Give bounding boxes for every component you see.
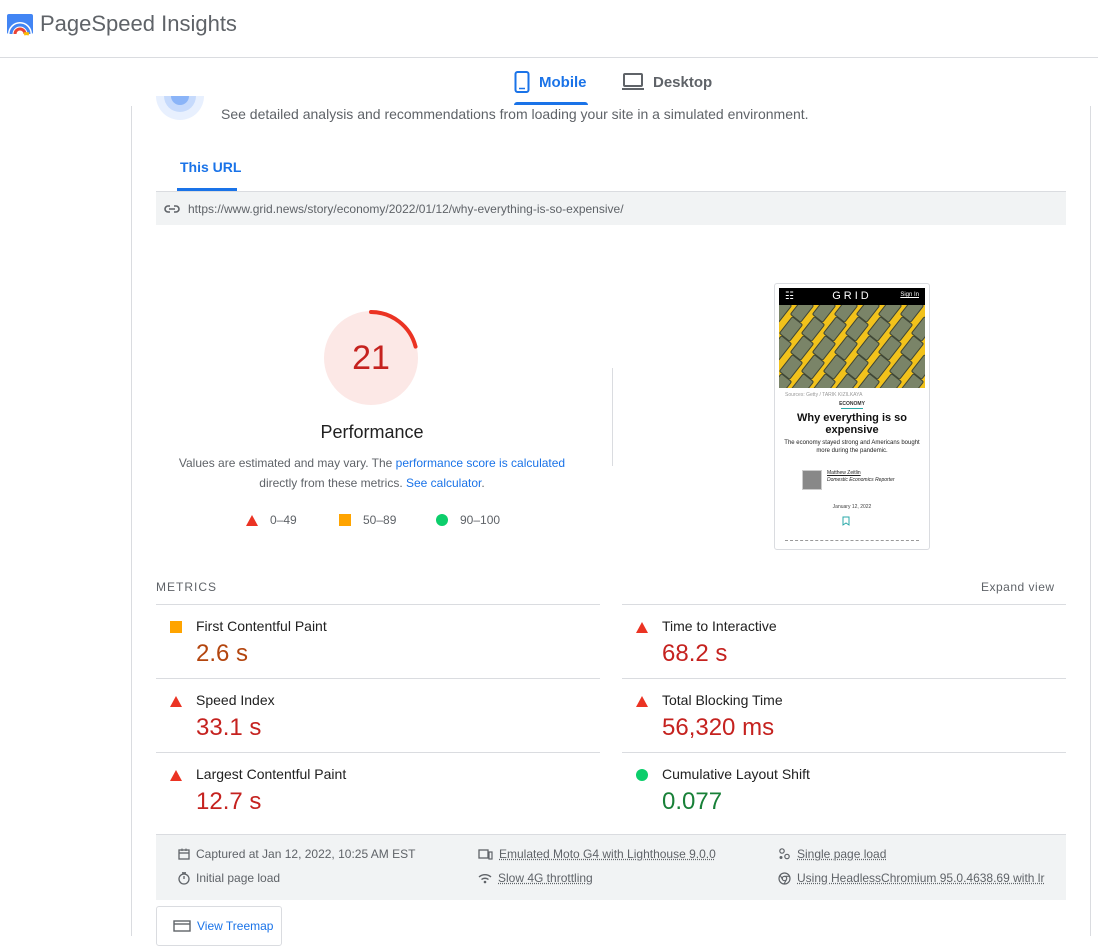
- emulated-device[interactable]: Emulated Moto G4 with Lighthouse 9.0.0: [478, 847, 716, 861]
- metric-first-contentful-paint: First Contentful Paint 2.6 s: [156, 604, 600, 678]
- screenshot-dek: The economy stayed strong and Americans …: [783, 439, 921, 455]
- screenshot-author: Matthew Zeitlin: [827, 470, 861, 476]
- metric-largest-contentful-paint: Largest Contentful Paint 12.7 s: [156, 752, 600, 826]
- chrome-icon: [778, 872, 791, 885]
- analyzed-url-bar: https://www.grid.news/story/economy/2022…: [156, 191, 1066, 225]
- screenshot-credit: Sources: Getty / TARIK KIZILKAYA: [785, 392, 862, 398]
- screenshot-hero-image: [779, 305, 925, 388]
- browser-version[interactable]: Using HeadlessChromium 95.0.4638.69 with…: [778, 871, 1044, 885]
- metric-time-to-interactive: Time to Interactive 68.2 s: [622, 604, 1066, 678]
- single-page-load[interactable]: Single page load: [778, 847, 886, 861]
- page-screenshot: ☷ GRID Sign In Sources: Getty / TARIK KI…: [774, 283, 930, 550]
- legend-fail: 0–49: [246, 513, 297, 527]
- emulated-device-text: Emulated Moto G4 with Lighthouse 9.0.0: [499, 847, 716, 861]
- tab-selection-indicator: [514, 102, 588, 105]
- smartphone-icon: [514, 71, 530, 93]
- performance-score: 21: [322, 339, 420, 378]
- legend-average-range: 50–89: [363, 513, 396, 527]
- screenshot-date: January 12, 2022: [775, 504, 929, 510]
- laptop-icon: [622, 73, 644, 91]
- see-calculator-link[interactable]: See calculator: [406, 476, 481, 490]
- top-bar: PageSpeed Insights: [0, 0, 1098, 58]
- performance-note-period: .: [481, 476, 484, 490]
- lab-data-icon: [156, 96, 204, 128]
- metric-total-blocking-time: Total Blocking Time 56,320 ms: [622, 678, 1066, 752]
- tab-desktop-label: Desktop: [653, 74, 712, 91]
- performance-note: Values are estimated and may vary. The p…: [172, 453, 572, 493]
- metric-value: 33.1 s: [196, 714, 261, 742]
- app-title[interactable]: PageSpeed Insights: [40, 11, 237, 37]
- triangle-icon: [636, 620, 648, 632]
- performance-note-text-2: directly from these metrics.: [259, 476, 406, 490]
- browser-version-text: Using HeadlessChromium 95.0.4638.69 with…: [797, 871, 1044, 885]
- square-icon: [170, 620, 182, 632]
- initial-load-text: Initial page load: [196, 871, 280, 885]
- metric-speed-index: Speed Index 33.1 s: [156, 678, 600, 752]
- pagespeed-logo-icon[interactable]: [7, 12, 33, 38]
- triangle-icon: [246, 515, 258, 526]
- metric-value: 68.2 s: [662, 640, 727, 668]
- tab-mobile-label: Mobile: [539, 74, 587, 91]
- legend-average: 50–89: [339, 513, 396, 527]
- run-info: Captured at Jan 12, 2022, 10:25 AM EST I…: [156, 834, 1066, 900]
- metric-value: 0.077: [662, 788, 722, 816]
- expand-view-toggle[interactable]: Expand view: [981, 580, 1055, 594]
- performance-label: Performance: [272, 422, 472, 443]
- screenshot-author-role: Domestic Economics Reporter: [827, 477, 895, 483]
- metric-title: Total Blocking Time: [662, 692, 783, 708]
- circle-icon: [636, 768, 648, 780]
- metric-title: Largest Contentful Paint: [196, 766, 346, 782]
- square-icon: [339, 514, 351, 526]
- initial-load: Initial page load: [178, 871, 280, 885]
- screenshot-site-header: ☷ GRID Sign In: [779, 288, 925, 305]
- metric-value: 2.6 s: [196, 640, 248, 668]
- performance-note-text: Values are estimated and may vary. The: [179, 456, 396, 470]
- single-page-load-text: Single page load: [797, 847, 886, 861]
- metric-title: Cumulative Layout Shift: [662, 766, 810, 782]
- metric-title: First Contentful Paint: [196, 618, 327, 634]
- metrics-heading: METRICS: [156, 580, 217, 594]
- triangle-icon: [170, 694, 182, 706]
- signal-icon: [478, 873, 492, 884]
- legend-pass: 90–100: [436, 513, 500, 527]
- devices-icon: [478, 849, 493, 860]
- analyzed-url[interactable]: https://www.grid.news/story/economy/2022…: [188, 202, 624, 216]
- screenshot-author-avatar: [802, 470, 822, 490]
- tab-mobile[interactable]: Mobile: [514, 58, 587, 106]
- calendar-icon: [178, 848, 190, 860]
- metric-value: 56,320 ms: [662, 714, 774, 742]
- tab-desktop[interactable]: Desktop: [622, 58, 712, 106]
- metric-value: 12.7 s: [196, 788, 261, 816]
- report-card: See detailed analysis and recommendation…: [131, 106, 1091, 936]
- treemap-icon: [173, 920, 191, 932]
- screenshot-headline: Why everything is so expensive: [781, 412, 923, 436]
- section-divider: [612, 368, 613, 466]
- triangle-icon: [636, 694, 648, 706]
- link-icon: [164, 204, 180, 214]
- metric-title: Time to Interactive: [662, 618, 777, 634]
- view-treemap-label: View Treemap: [197, 919, 273, 933]
- legend-pass-range: 90–100: [460, 513, 500, 527]
- bookmark-icon: [842, 516, 850, 526]
- triangle-icon: [170, 768, 182, 780]
- screenshot-category-rule: [841, 408, 863, 409]
- screenshot-category: ECONOMY: [775, 401, 929, 407]
- timer-icon: [178, 872, 190, 885]
- screenshot-rule: [785, 540, 919, 541]
- screenshot-sign-in: Sign In: [900, 292, 919, 298]
- legend-fail-range: 0–49: [270, 513, 297, 527]
- network-throttling-text: Slow 4G throttling: [498, 871, 593, 885]
- score-calculation-link[interactable]: performance score is calculated: [396, 456, 565, 470]
- sessions-icon: [778, 848, 791, 860]
- network-throttling[interactable]: Slow 4G throttling: [478, 871, 593, 885]
- lab-intro-text: See detailed analysis and recommendation…: [221, 106, 809, 122]
- circle-icon: [436, 514, 448, 526]
- metric-title: Speed Index: [196, 692, 275, 708]
- metric-cumulative-layout-shift: Cumulative Layout Shift 0.077: [622, 752, 1066, 826]
- captured-time-text: Captured at Jan 12, 2022, 10:25 AM EST: [196, 847, 415, 861]
- view-treemap-button[interactable]: View Treemap: [156, 906, 282, 946]
- tab-this-url[interactable]: This URL: [180, 159, 241, 175]
- captured-time: Captured at Jan 12, 2022, 10:25 AM EST: [178, 847, 415, 861]
